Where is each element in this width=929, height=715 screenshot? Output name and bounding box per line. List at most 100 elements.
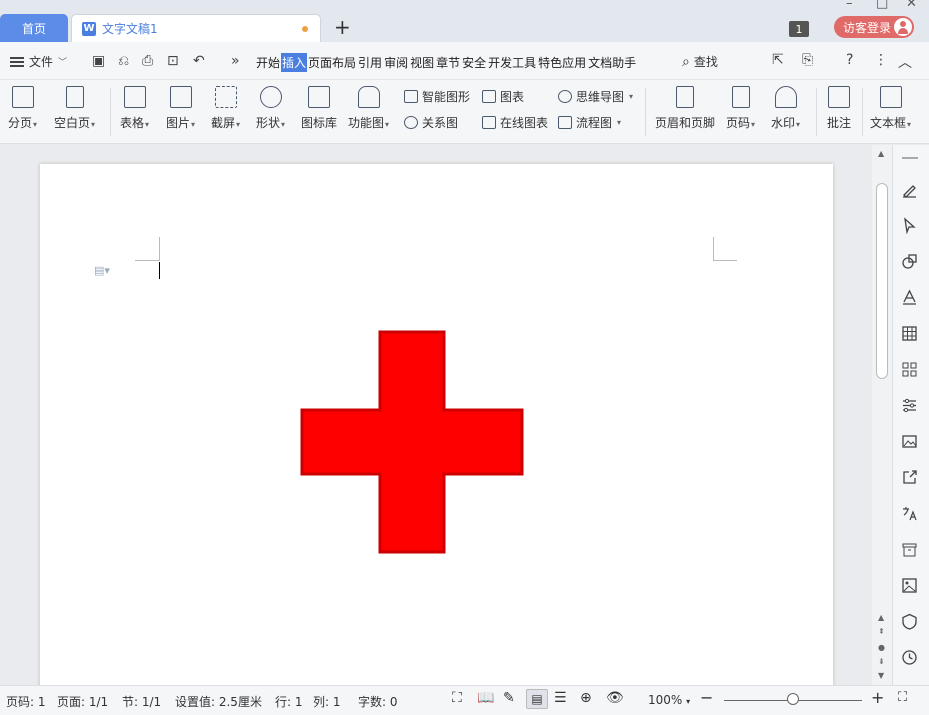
pen-icon[interactable] [901,181,918,198]
new-tab-plus-icon[interactable]: + [334,15,351,39]
icon-library-button[interactable]: 图标库 [301,86,337,131]
style-icon[interactable] [901,289,918,306]
mind-map-button[interactable]: 思维导图 ▾ [558,88,633,105]
table-grid-icon[interactable] [901,325,918,342]
status-pages[interactable]: 页面: 1/1 [57,693,108,710]
write-mode-icon[interactable]: ✎ [503,690,515,706]
close-window-icon[interactable]: ✕ [906,0,917,11]
shapes-icon[interactable] [901,253,918,270]
picture-button[interactable]: 图片▾ [166,86,195,131]
scroll-up-small-icon[interactable]: ▲ [878,613,884,622]
status-page-number[interactable]: 页码: 1 [6,693,46,710]
relation-chart-button[interactable]: 关系图 [404,114,458,131]
tab-doc-assistant[interactable]: 文档助手 [587,53,637,72]
cloud-sync-icon[interactable]: ⎘ [802,52,813,68]
document-page[interactable]: ▤▾ [40,164,833,704]
flow-chart-button[interactable]: 流程图 ▾ [558,114,621,131]
function-chart-button[interactable]: 功能图▾ [348,86,389,131]
vertical-scrollbar[interactable]: ▲ ▲ ⇞ ● ⇟ ▼ [872,145,892,685]
more-chevron-icon[interactable]: » [231,53,240,69]
maximize-icon[interactable]: □ [876,0,888,11]
tab-insert[interactable]: 插入 [281,53,308,72]
comment-button[interactable]: 批注 [827,86,851,131]
tab-review[interactable]: 审阅 [383,53,409,72]
fullscreen-icon[interactable]: ⛶ [452,690,462,706]
zoom-level-dropdown[interactable]: 100% ▾ [648,693,690,707]
table-button[interactable]: 表格▾ [120,86,149,131]
settings-sliders-icon[interactable] [901,397,918,414]
tab-chapter[interactable]: 章节 [435,53,461,72]
status-setting[interactable]: 设置值: 2.5厘米 [175,693,262,710]
save-icon[interactable]: ▣ [92,53,105,69]
chart-button[interactable]: 图表 [482,88,524,105]
share-export-icon[interactable] [901,469,918,486]
print-preview-icon[interactable]: ⊡ [167,53,179,69]
page-view-icon[interactable]: ▤ [526,689,548,709]
header-footer-button[interactable]: 页眉和页脚 [655,86,715,131]
tab-security[interactable]: 安全 [461,53,487,72]
fit-window-icon[interactable]: ⛶ [898,690,907,705]
screenshot-button[interactable]: 截屏▾ [211,86,240,131]
file-menu-button[interactable]: 文件 ﹀ [10,53,67,70]
watermark-button[interactable]: 水印▾ [771,86,800,131]
apps-grid-icon[interactable] [901,361,918,378]
tab-developer[interactable]: 开发工具 [487,53,537,72]
history-icon[interactable] [901,649,918,666]
page-number-button[interactable]: 页码▾ [726,86,755,131]
zoom-out-icon[interactable]: − [700,688,713,707]
eye-protect-icon[interactable]: 👁 [606,690,624,706]
page-break-button[interactable]: 分页▾ [8,86,37,131]
zoom-slider-knob[interactable] [787,693,799,705]
tab-view[interactable]: 视图 [409,53,435,72]
select-browse-icon[interactable]: ● [878,643,885,652]
image-gallery-icon[interactable] [901,433,918,450]
pane-grip-icon[interactable] [902,157,918,159]
text-box-button[interactable]: 文本框▾ [870,86,911,131]
translate-icon[interactable] [901,505,918,522]
shape-label: 形状 [256,116,281,130]
undo-icon[interactable]: ↶ [193,53,205,69]
more-options-icon[interactable]: ⋮ [874,52,888,68]
comment-icon [828,86,850,108]
blank-page-button[interactable]: 空白页▾ [54,86,95,131]
guest-login-button[interactable]: 访客登录 [834,16,914,38]
scroll-up-icon[interactable]: ▲ [878,149,884,158]
status-word-count[interactable]: 字数: 0 [358,693,398,710]
tab-document[interactable]: W 文字文稿1 [71,14,321,42]
next-page-icon[interactable]: ⇟ [878,657,885,666]
reading-mode-icon[interactable]: 📖 [477,690,494,706]
online-chart-button[interactable]: 在线图表 [482,114,548,131]
tab-special-apps[interactable]: 特色应用 [537,53,587,72]
select-cursor-icon[interactable] [901,217,918,235]
tab-page-layout[interactable]: 页面布局 [307,53,357,72]
print-icon[interactable]: ⎙ [142,53,153,69]
prev-page-icon[interactable]: ⇞ [878,627,885,636]
help-icon[interactable]: ? [846,52,853,68]
minimize-icon[interactable]: – [846,0,853,11]
paragraph-layout-icon[interactable]: ▤▾ [94,264,110,277]
zoom-in-icon[interactable]: + [871,688,884,707]
document-canvas[interactable]: ▤▾ [0,145,872,704]
picture-icon[interactable] [901,577,918,594]
status-row[interactable]: 行: 1 [275,693,303,710]
smart-graphic-button[interactable]: 智能图形 [404,88,470,105]
collapse-ribbon-icon[interactable]: ︿ [898,52,912,72]
format-painter-icon[interactable]: ⎌ [118,53,129,69]
status-column[interactable]: 列: 1 [313,693,341,710]
red-cross-shape[interactable] [300,330,526,556]
web-view-icon[interactable]: ⊕ [580,690,592,706]
status-section[interactable]: 节: 1/1 [122,693,161,710]
window-count-badge[interactable]: 1 [789,21,809,37]
archive-box-icon[interactable] [901,541,918,558]
tab-reference[interactable]: 引用 [357,53,383,72]
shield-icon[interactable] [901,613,918,630]
share-icon[interactable]: ⇱ [772,52,784,68]
avatar-icon [894,18,912,36]
scroll-down-icon[interactable]: ▼ [878,671,884,680]
tab-start[interactable]: 开始 [255,53,281,72]
outline-view-icon[interactable]: ☰ [554,690,567,706]
scroll-thumb[interactable] [876,183,888,379]
search-button[interactable]: ⌕ 查找 [682,53,718,70]
tab-home[interactable]: 首页 [0,14,68,42]
shape-button[interactable]: 形状▾ [256,86,285,131]
